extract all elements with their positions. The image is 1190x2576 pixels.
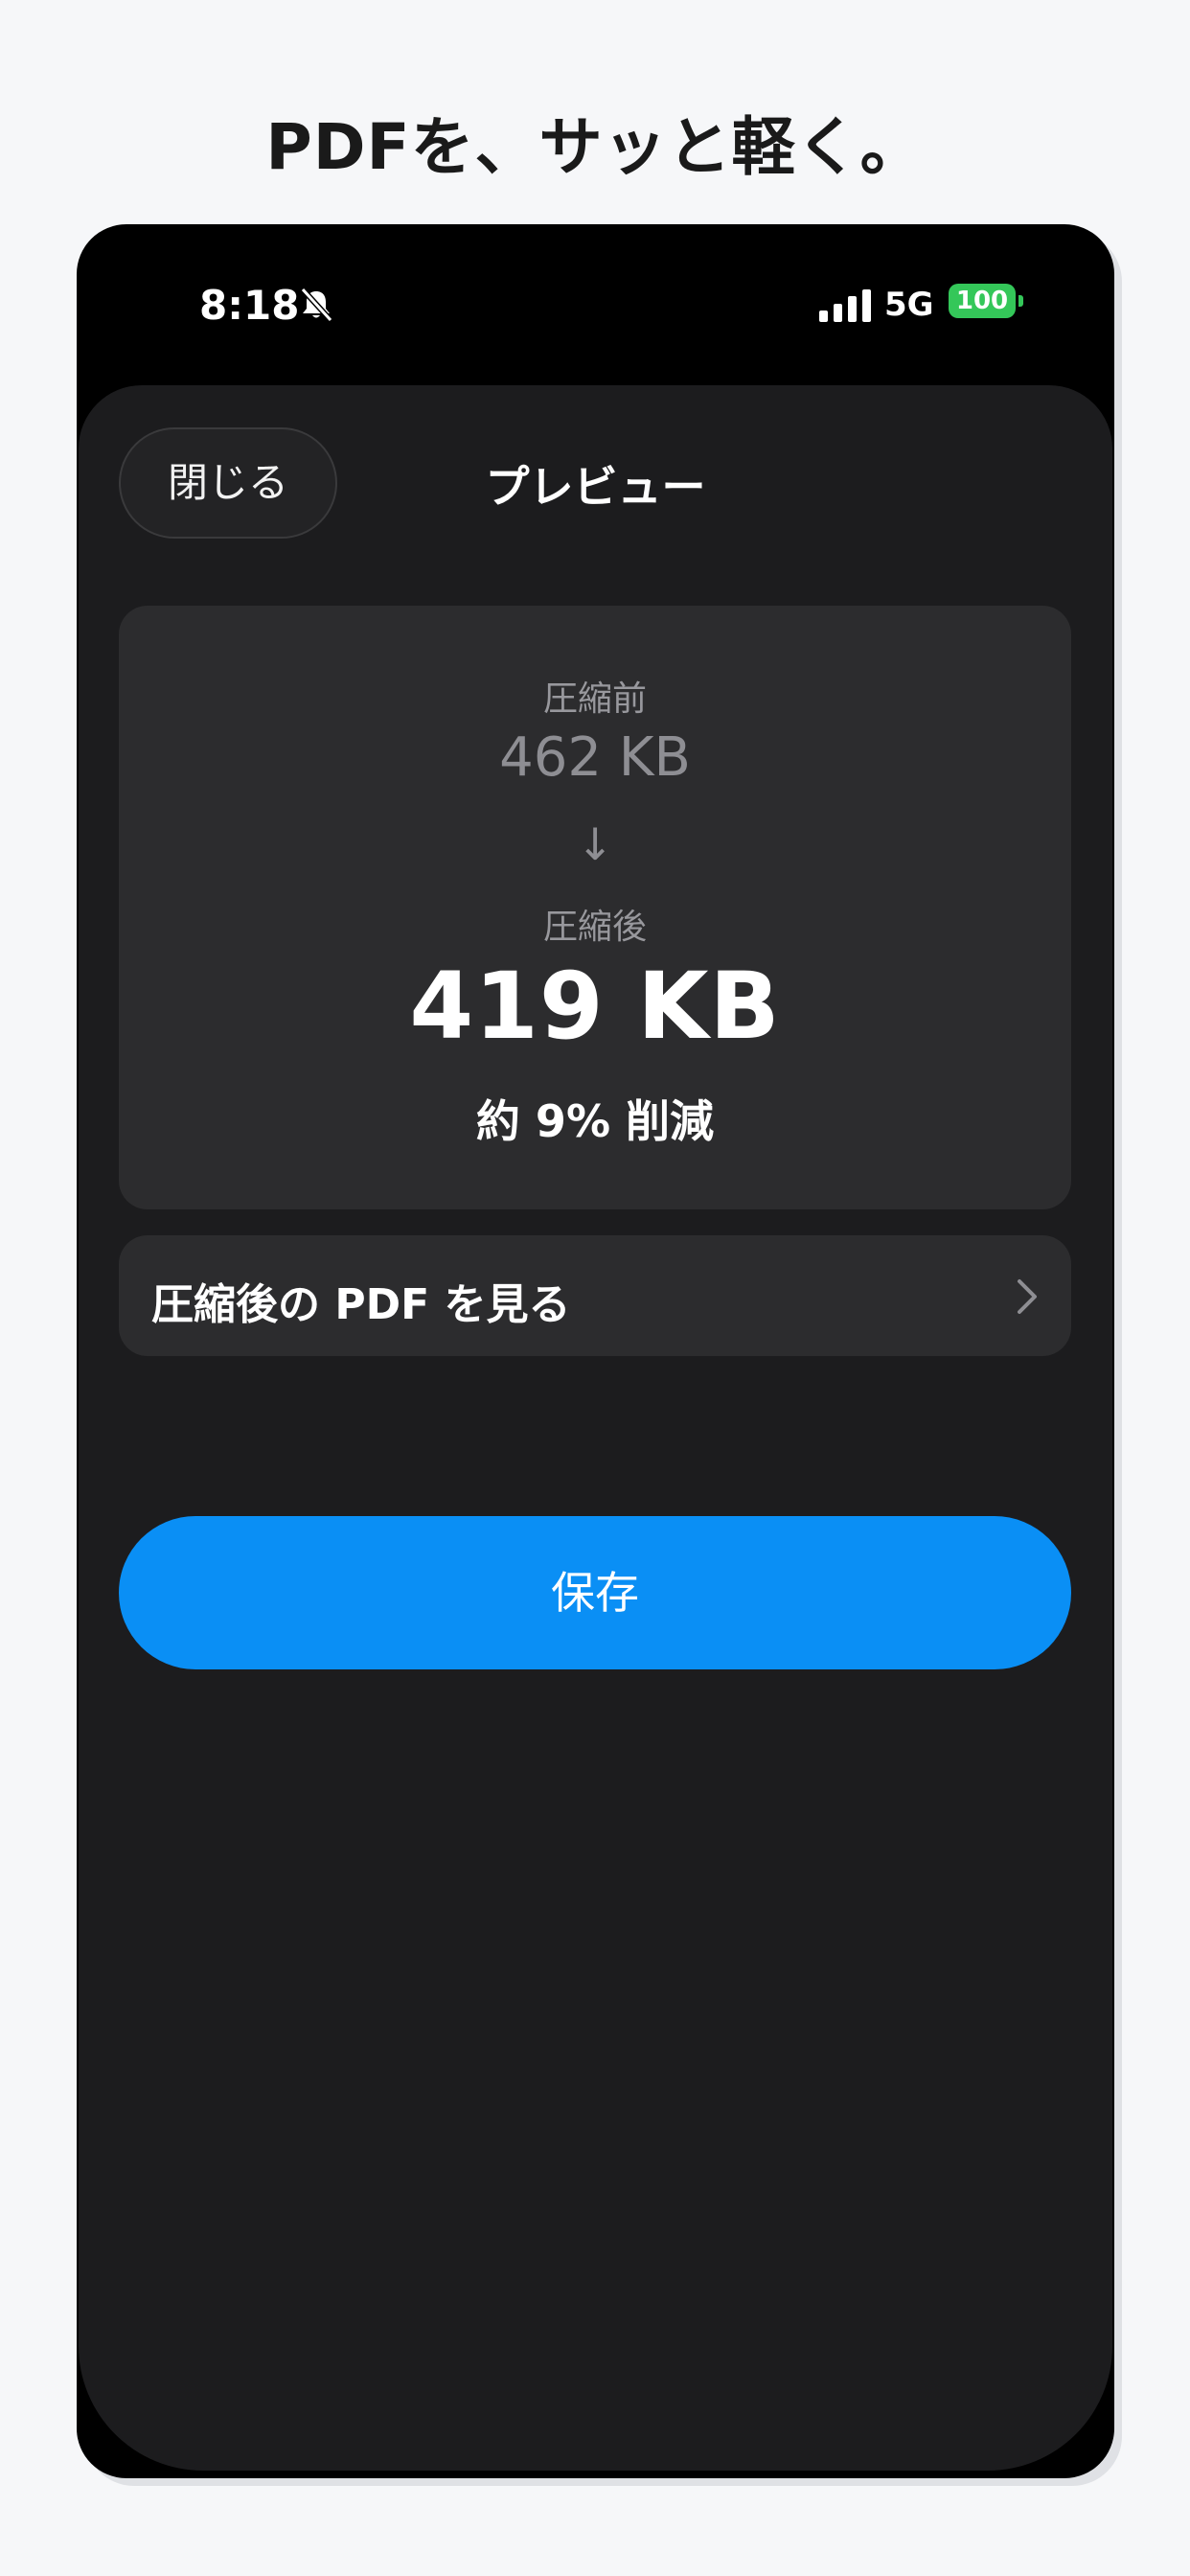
arrow-down-icon: ↓ xyxy=(576,818,614,870)
after-label: 圧縮後 xyxy=(542,908,647,947)
compression-stats-card: 圧縮前 462 KB ↓ 圧縮後 419 KB 約 9% 削減 xyxy=(119,606,1071,1209)
battery-tip xyxy=(1018,295,1023,307)
page: PDFを、サッと軽く。 8:18 5G 100 閉じる プレビュー 圧縮前 46… xyxy=(0,0,1190,2576)
network-label: 5G xyxy=(884,286,934,324)
after-size: 419 KB xyxy=(409,953,781,1060)
save-button[interactable]: 保存 xyxy=(119,1516,1071,1669)
headline: PDFを、サッと軽く。 xyxy=(265,110,925,184)
status-bar: 8:18 5G 100 xyxy=(77,224,1114,378)
battery-icon: 100 xyxy=(949,284,1016,318)
preview-sheet: 閉じる プレビュー 圧縮前 462 KB ↓ 圧縮後 419 KB 約 9% 削… xyxy=(79,385,1112,2471)
before-label: 圧縮前 xyxy=(542,679,647,719)
phone-screen: 8:18 5G 100 閉じる プレビュー 圧縮前 462 KB ↓ 圧縮後 4… xyxy=(77,224,1114,2478)
view-compressed-pdf-row[interactable]: 圧縮後の PDF を見る xyxy=(119,1235,1071,1356)
signal-icon xyxy=(819,289,871,322)
bell-slash-icon xyxy=(300,287,333,323)
status-time: 8:18 xyxy=(199,282,300,329)
chevron-right-icon xyxy=(1018,1279,1037,1314)
reduction-percentage: 約 9% 削減 xyxy=(475,1095,715,1147)
view-compressed-pdf-label: 圧縮後の PDF を見る xyxy=(151,1280,571,1329)
sheet-title: プレビュー xyxy=(485,461,706,513)
before-size: 462 KB xyxy=(499,726,691,789)
